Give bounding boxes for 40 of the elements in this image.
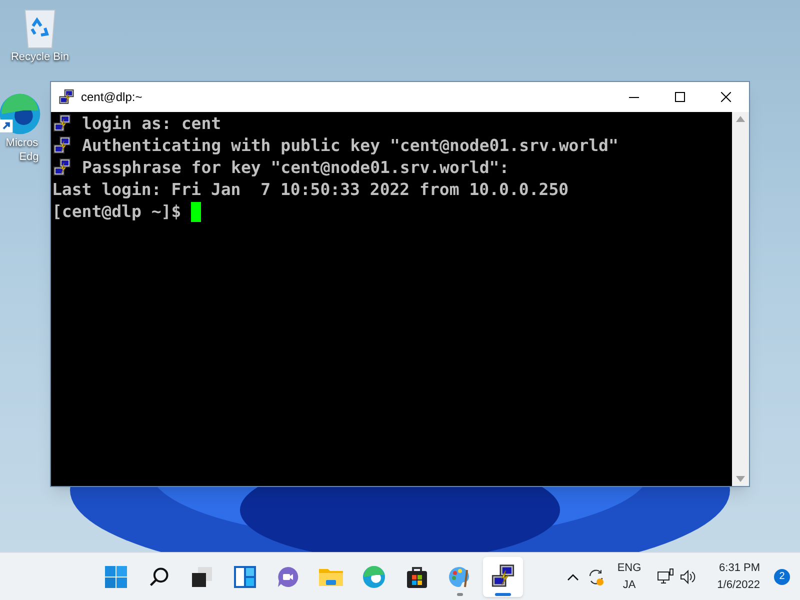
taskbar-app-button[interactable] [483, 556, 523, 596]
sync-icon[interactable] [587, 568, 606, 586]
running-indicator [495, 592, 511, 596]
putty-icon [58, 88, 75, 106]
desktop-icon-label: Edg [19, 150, 39, 164]
network-icon[interactable] [657, 568, 676, 586]
store-icon [405, 564, 429, 588]
putty-icon [490, 564, 516, 590]
maximize-icon [675, 92, 685, 102]
paint-palette-icon [448, 564, 472, 588]
terminal-line: Last login: Fri Jan 7 10:50:33 2022 from 10.0.0.250 [52, 179, 569, 201]
language-indicator[interactable]: JA [622, 576, 636, 594]
terminal-area[interactable]: login as: cent Authenticating with public key "cent@node01.srv.world" Passphrase for key "cent@node01.srv.world": Last login: Fri Jan 7 10:50:33 2022 from 10.0.0.250 [cent@dlp ~]$ [51, 112, 732, 486]
windows-logo-icon [104, 564, 128, 588]
terminal-line: Passphrase for key "cent@node01.srv.world": [82, 157, 510, 179]
putty-icon [52, 136, 72, 156]
task-view-icon [190, 564, 214, 588]
close-icon [721, 92, 731, 102]
chevron-up-icon[interactable] [567, 572, 580, 580]
window-title: cent@dlp:~ [81, 89, 142, 106]
running-indicator [457, 592, 463, 596]
language-indicator[interactable]: ENG [617, 560, 642, 576]
terminal-line: Authenticating with public key "cent@node01.srv.world" [82, 135, 618, 157]
clock-time[interactable]: 6:31 PM [719, 560, 760, 576]
terminal-cursor [191, 202, 202, 222]
clock-date[interactable]: 1/6/2022 [717, 576, 760, 594]
widgets-icon [233, 564, 257, 588]
desktop-icon-label: Micros [6, 136, 38, 150]
edge-icon[interactable] [0, 92, 42, 136]
notification-badge[interactable]: 2 [774, 568, 790, 584]
speaker-icon[interactable] [679, 568, 698, 586]
putty-icon [52, 158, 72, 178]
terminal-line: [cent@dlp ~]$ [52, 201, 182, 223]
minimize-icon [629, 96, 639, 98]
edge-icon [362, 564, 386, 588]
desktop-icon-label: Recycle Bin [10, 50, 70, 64]
putty-icon [52, 114, 72, 134]
search-icon [148, 566, 170, 588]
chat-icon [276, 564, 300, 588]
terminal-line: login as: cent [82, 113, 222, 135]
